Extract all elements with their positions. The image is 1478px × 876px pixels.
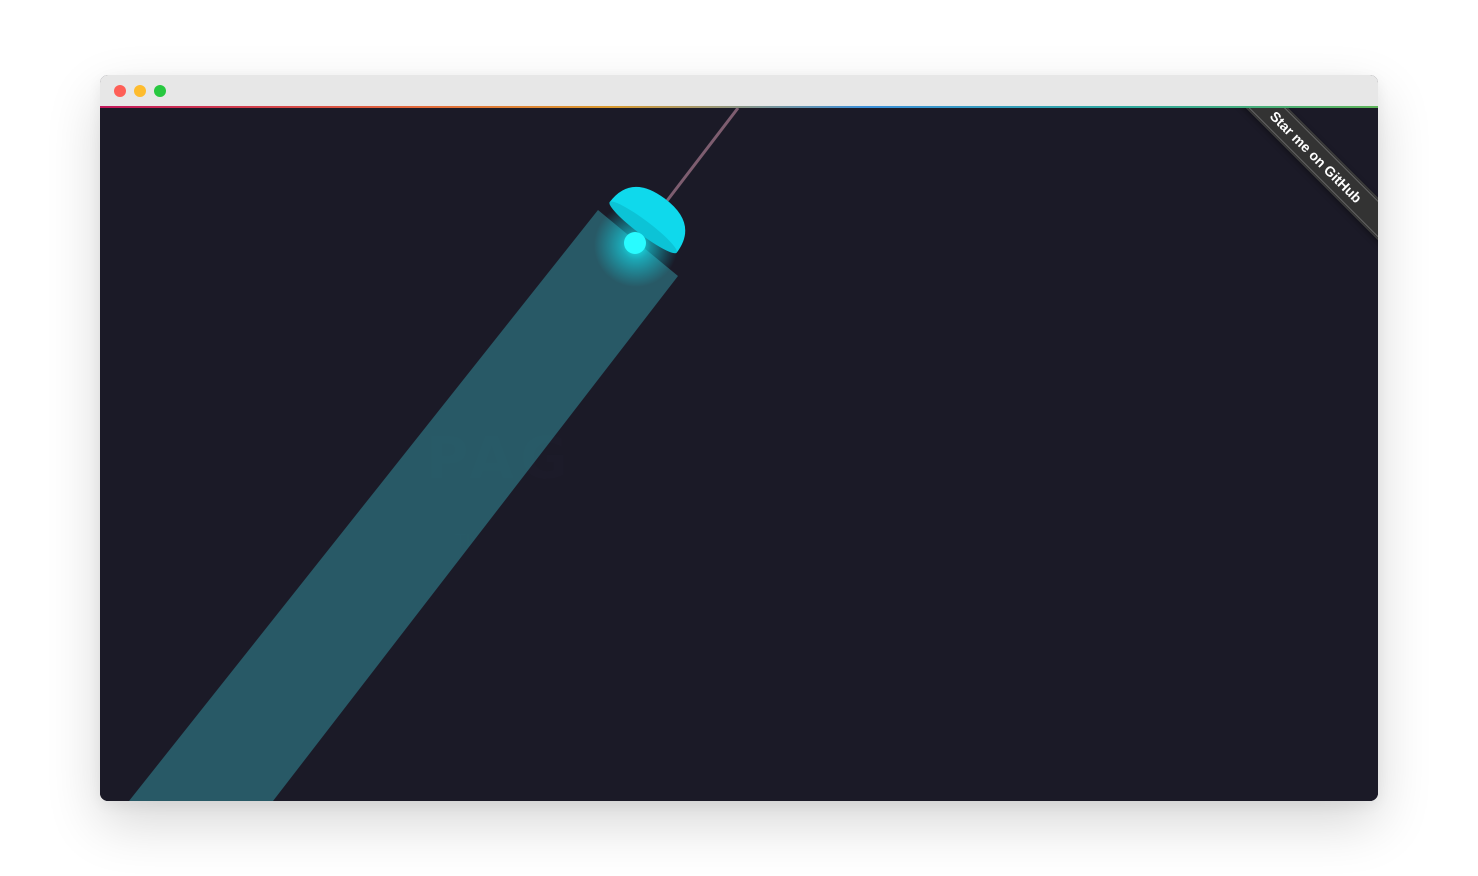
- close-window-button[interactable]: [114, 85, 126, 97]
- maximize-window-button[interactable]: [154, 85, 166, 97]
- light-beam: [129, 210, 678, 801]
- lamp-bulb: [624, 232, 646, 254]
- window-titlebar: [100, 75, 1378, 106]
- browser-window: PAG Th: [100, 75, 1378, 801]
- lamp-cord: [661, 108, 740, 207]
- minimize-window-button[interactable]: [134, 85, 146, 97]
- page-content: PAG Th: [100, 108, 1378, 801]
- lamp-illustration: [129, 108, 740, 801]
